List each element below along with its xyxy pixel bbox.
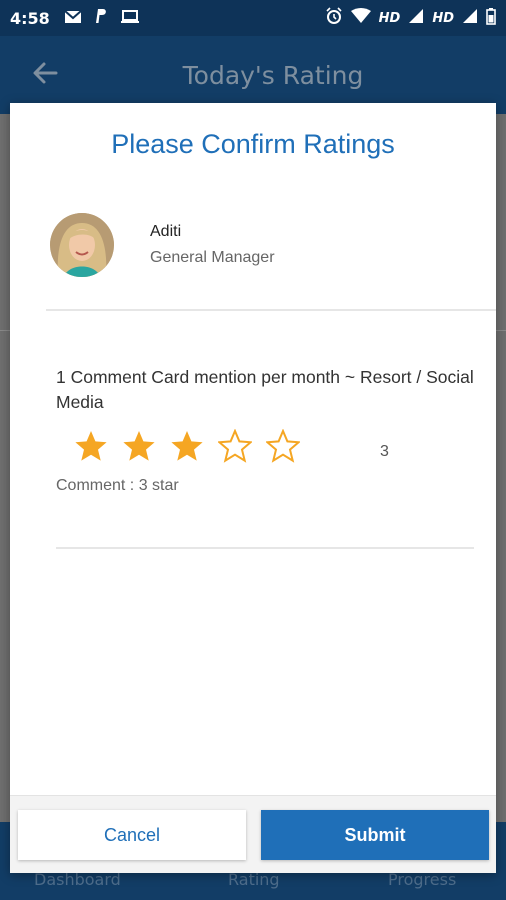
rating-value: 3 (380, 443, 389, 460)
back-arrow-icon[interactable] (30, 58, 60, 88)
paypal-icon (94, 8, 108, 28)
hd-label-1: HD (378, 10, 401, 26)
laptop-icon (120, 9, 140, 28)
avatar (50, 213, 114, 277)
confirm-ratings-dialog: Please Confirm Ratings Aditi General Man… (10, 103, 496, 873)
star-rating[interactable] (74, 428, 302, 463)
hd-label-2: HD (432, 10, 454, 26)
divider (56, 547, 474, 549)
app-bar-title: Today's Rating (182, 60, 364, 90)
person-name: Aditi (150, 223, 182, 240)
person-role: General Manager (150, 249, 275, 266)
rating-comment: Comment : 3 star (56, 477, 179, 494)
divider (46, 309, 496, 311)
rating-title: 1 Comment Card mention per month ~ Resor… (56, 367, 474, 412)
wifi-icon (350, 8, 371, 28)
star-filled-icon[interactable] (170, 429, 204, 463)
dialog-footer: Cancel Submit (10, 795, 496, 873)
signal-icon-2 (462, 8, 478, 28)
star-empty-icon[interactable] (216, 428, 254, 463)
gmail-icon (64, 9, 82, 28)
rating-item: 1 Comment Card mention per month ~ Resor… (56, 365, 476, 494)
alarm-icon (325, 7, 343, 29)
battery-icon (486, 7, 496, 29)
cancel-button[interactable]: Cancel (18, 810, 246, 860)
star-empty-icon[interactable] (264, 428, 302, 463)
submit-button[interactable]: Submit (261, 810, 489, 860)
dialog-title: Please Confirm Ratings (111, 129, 395, 159)
star-filled-icon[interactable] (122, 429, 156, 463)
person-card: Aditi General Manager (50, 213, 470, 283)
signal-icon (408, 8, 424, 28)
star-filled-icon[interactable] (74, 429, 108, 463)
status-bar: 4:58 HD HD (0, 0, 506, 36)
status-time: 4:58 (10, 8, 50, 28)
